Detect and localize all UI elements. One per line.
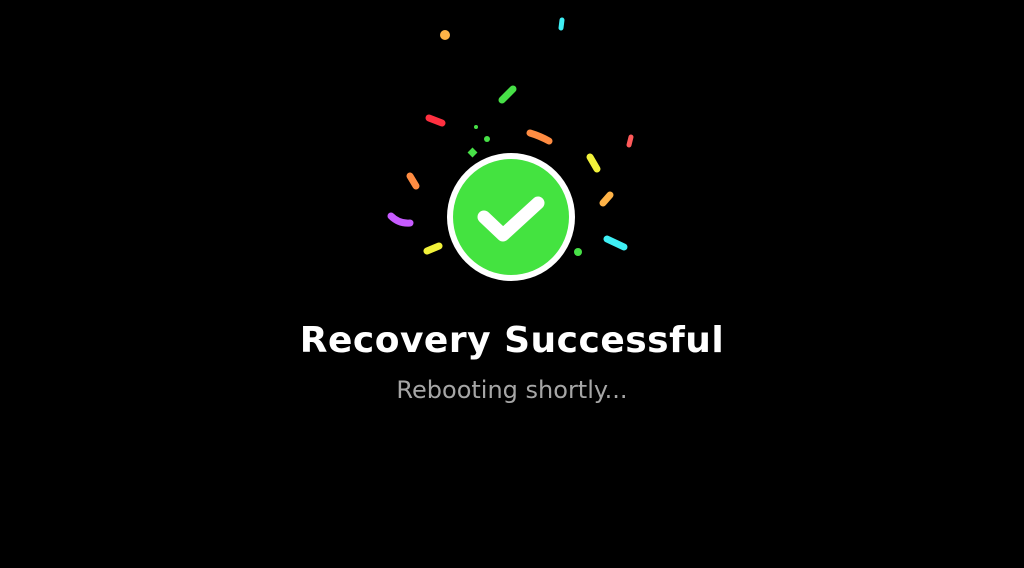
confetti-piece xyxy=(603,235,628,251)
confetti-dot xyxy=(484,136,490,142)
confetti-piece xyxy=(599,191,614,207)
confetti-burst xyxy=(387,17,634,256)
badge-fill xyxy=(453,159,569,275)
confetti-piece xyxy=(423,242,443,255)
confetti-piece xyxy=(425,114,446,127)
confetti-dot xyxy=(440,30,450,40)
confetti-piece xyxy=(586,153,601,173)
checkmark-circle-icon xyxy=(447,153,575,281)
confetti-piece xyxy=(387,212,414,227)
confetti-piece xyxy=(498,85,517,104)
confetti-piece xyxy=(526,129,553,145)
confetti-dot xyxy=(574,248,582,256)
confetti-dot xyxy=(474,125,478,129)
confetti-piece xyxy=(406,172,420,190)
status-title: Recovery Successful xyxy=(299,320,725,361)
recovery-screen: Recovery Successful Rebooting shortly... xyxy=(0,0,1024,568)
confetti-piece xyxy=(558,17,565,31)
status-subtitle: Rebooting shortly... xyxy=(396,376,628,404)
confetti-piece xyxy=(626,134,634,148)
